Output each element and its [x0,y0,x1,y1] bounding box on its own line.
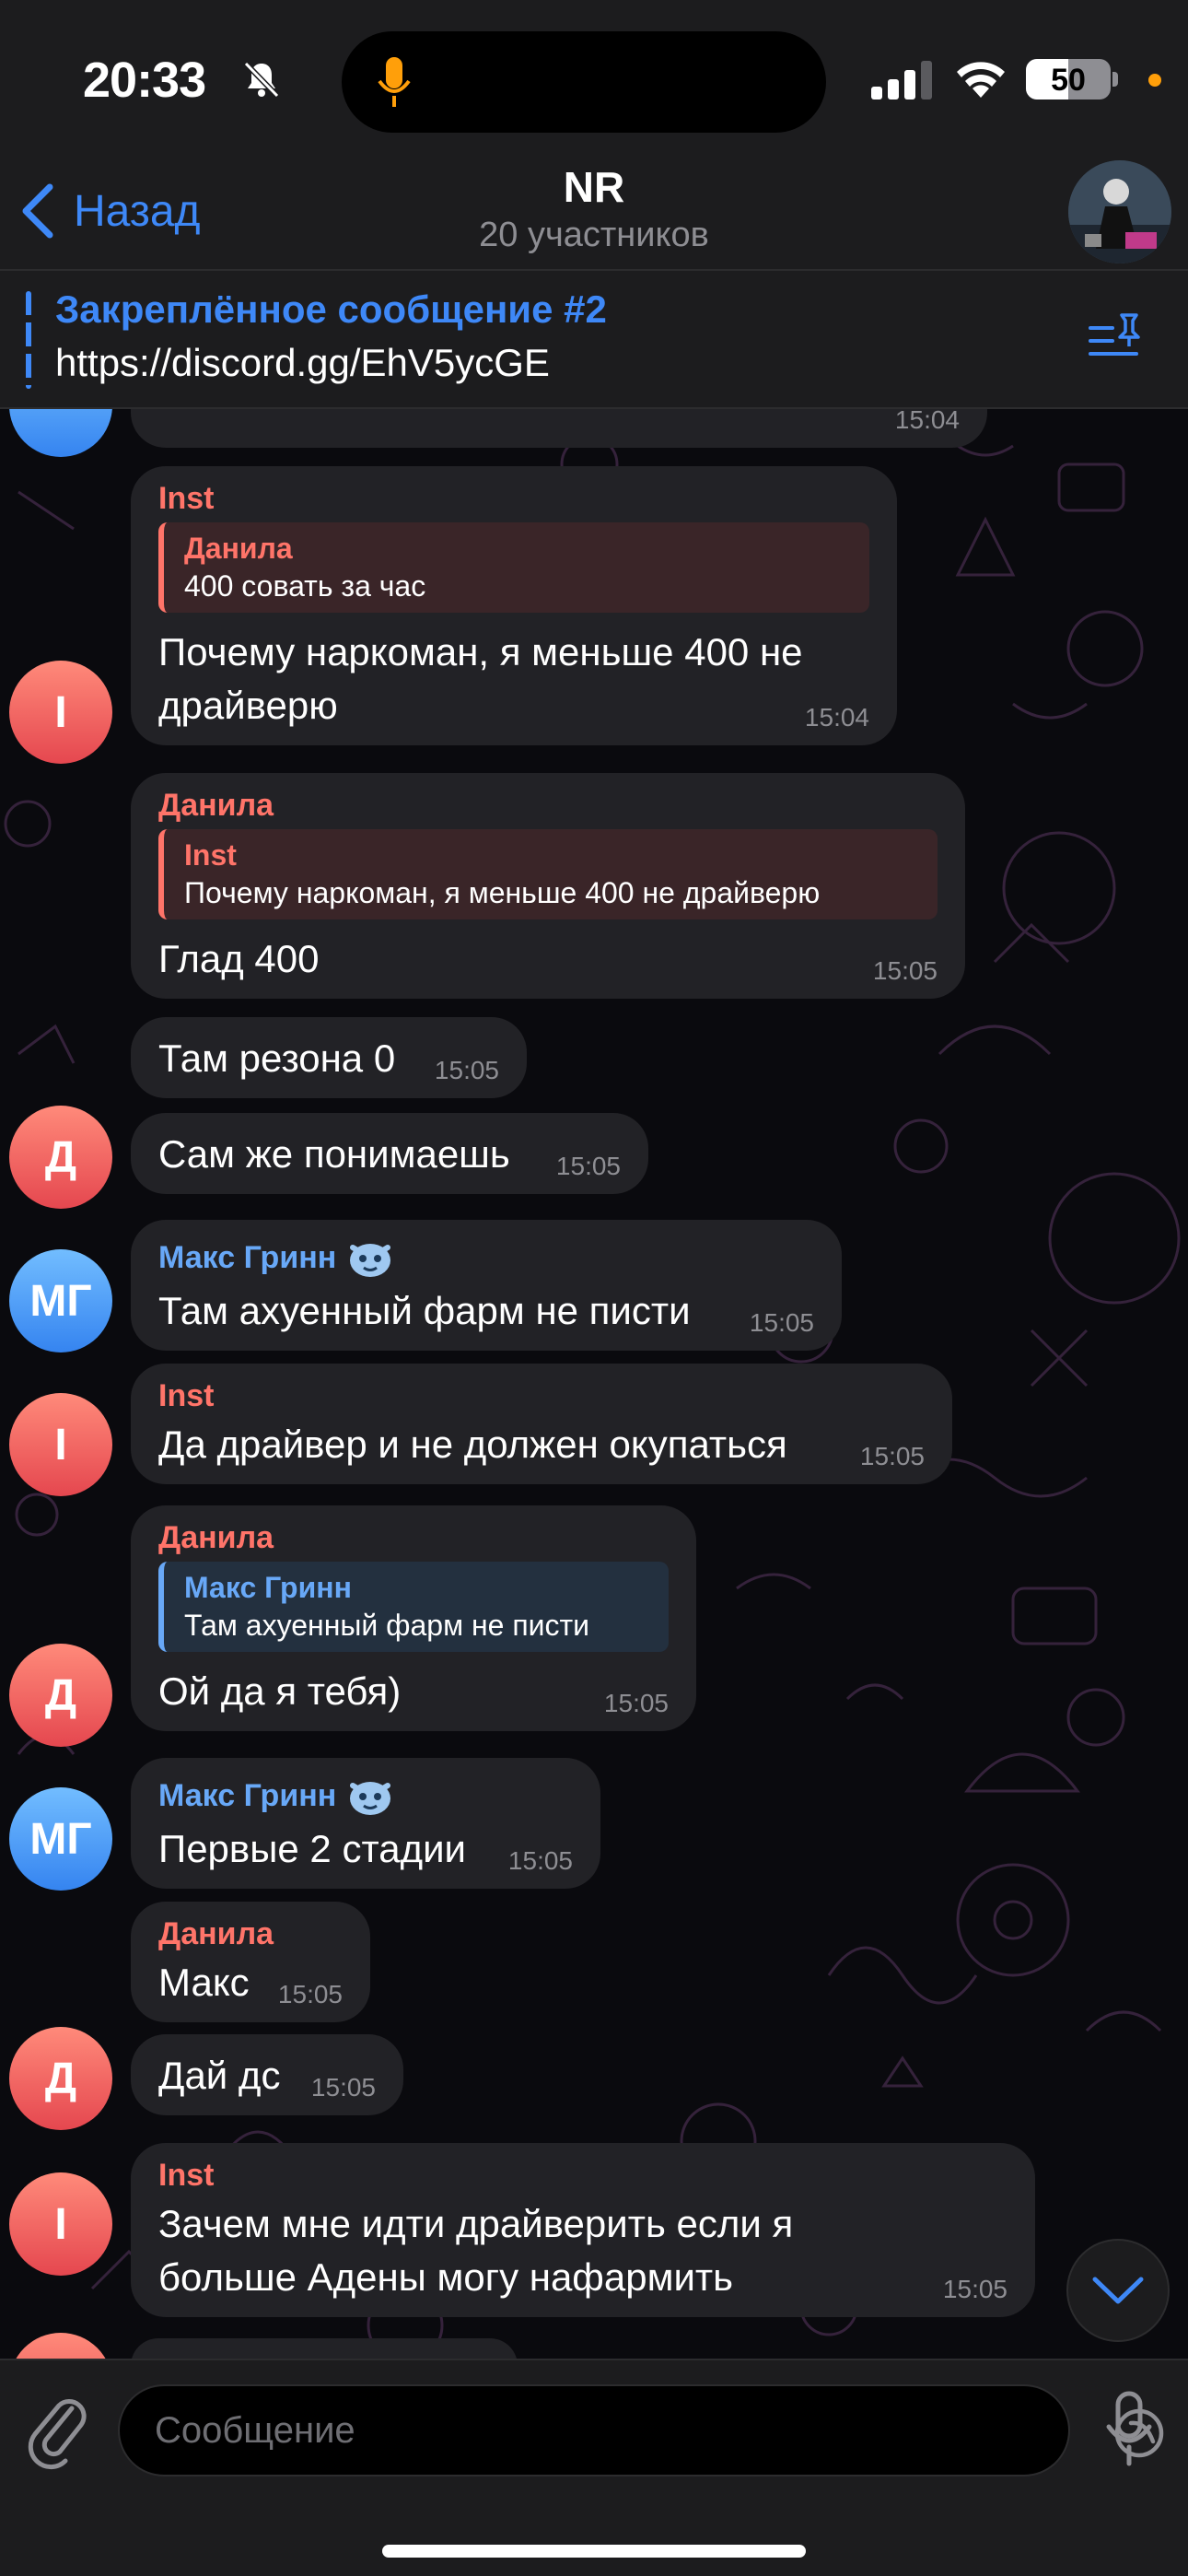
message-bubble[interactable]: Макс Гринн Там ахуенный фарм не писти 15… [131,1220,842,1351]
reply-text: Там ахуенный фарм не писти [184,1609,590,1642]
dynamic-island [342,31,826,133]
bell-slash-icon [243,61,280,99]
reply-quote[interactable]: Inst Почему наркоман, я меньше 400 не др… [158,829,938,919]
message-bubble[interactable]: Сам же понимаешь 15:05 [131,1113,648,1194]
message-time: 15:05 [872,956,938,985]
message-text: Глад 400 [158,937,320,980]
reply-text: Почему наркоман, я меньше 400 не драйвер… [184,876,821,909]
message-time: 15:05 [277,1980,343,2008]
battery-percent: 50 [1051,63,1086,98]
message-list[interactable]: 15:04 Inst Данила 400 совать за час Поче… [0,409,1188,2359]
message-composer: Сообщение [0,2359,1188,2576]
pinned-message-bar[interactable]: Закреплённое сообщение #2 https://discor… [0,269,1188,409]
reply-quote[interactable]: Макс Гринн Там ахуенный фарм не писти [158,1562,669,1652]
avatar[interactable]: МГ [9,1249,112,1352]
message-bubble[interactable]: Inst Данила 400 совать за час Почему нар… [131,466,897,745]
group-avatar[interactable] [1068,160,1171,263]
message-time: 15:05 [859,1442,925,1470]
message-time: 15:04 [894,409,960,434]
pinned-list-icon[interactable] [1085,308,1146,369]
pinned-indicator [26,291,31,389]
message-bubble[interactable]: Данила Inst Почему наркоман, я меньше 40… [131,773,965,999]
sender-name[interactable]: Inst [158,1378,925,1414]
cellular-signal-icon [871,61,932,100]
message-time: 15:04 [804,703,869,732]
message-time: 15:05 [603,1689,669,1717]
message-time: 15:05 [434,1056,499,1084]
mic-in-use-icon [378,57,411,107]
battery-icon: 50 [1026,59,1111,100]
battery-cap [1112,72,1118,87]
status-bar: 20:33 50 [0,0,1188,157]
member-count: 20 участников [479,216,709,254]
nav-bar: Назад NR 20 участников [0,157,1188,269]
message-bubble[interactable]: Inst Да драйвер и не должен окупаться 15… [131,1364,952,1484]
message-input-placeholder: Сообщение [155,2410,355,2451]
message-text: Зачем мне идти драйверить если я больше … [158,2202,794,2299]
message-time: 15:05 [507,1846,573,1875]
sender-name[interactable]: Inst [158,481,869,517]
reply-text: 400 совать за час [184,569,426,603]
message-bubble[interactable]: Данила Макс 15:05 [131,1902,370,2022]
chevron-down-icon [1092,2277,1144,2304]
sender-name[interactable]: Данила [158,788,938,824]
message-input[interactable]: Сообщение [118,2384,1164,2476]
message-time: 15:05 [942,2275,1007,2303]
message-text: Почему наркоман, я меньше 400 не драйвер… [158,630,803,727]
message-bubble[interactable]: Дай дс 15:05 [131,2034,403,2115]
status-time: 20:33 [83,53,206,108]
message-time: 15:05 [555,1152,621,1180]
pinned-title: Закреплённое сообщение #2 [55,287,607,331]
premium-emoji-icon [350,1782,391,1815]
home-indicator [382,2545,806,2558]
paperclip-icon[interactable] [26,2388,90,2471]
avatar[interactable]: Д [9,1106,112,1209]
message-text: Там ахуенный фарм не писти [158,1289,691,1332]
reply-sender: Данила [184,532,293,565]
message-bubble[interactable]: Там резона 0 15:05 [131,1017,527,1098]
message-text: Сам же понимаешь [158,1132,510,1176]
message-bubble[interactable] [131,2338,518,2359]
reply-quote[interactable]: Данила 400 совать за час [158,522,869,613]
avatar[interactable]: I [9,661,112,764]
sender-name[interactable]: Данила [158,1916,343,1952]
message-bubble[interactable]: Inst Зачем мне идти драйверить если я бо… [131,2143,1035,2317]
microphone-icon[interactable] [1101,2388,1157,2471]
message-text: Да драйвер и не должен окупаться [158,1423,787,1466]
avatar[interactable]: I [9,1393,112,1496]
wifi-icon [957,62,1005,98]
sender-name[interactable]: Макс Гринн [158,1240,336,1276]
message-bubble[interactable]: Макс Гринн Первые 2 стадии 15:05 [131,1758,600,1889]
scroll-to-bottom-button[interactable] [1066,2239,1170,2342]
sender-name[interactable]: Данила [158,1520,669,1556]
avatar[interactable]: МГ [9,1787,112,1891]
pinned-text: https://discord.gg/EhV5ycGE [55,341,550,384]
message-time: 15:05 [310,2073,376,2102]
premium-emoji-icon [350,1244,391,1277]
chat-title[interactable]: NR [0,162,1188,212]
message-bubble[interactable]: 15:04 [131,409,987,448]
reply-sender: Inst [184,838,237,872]
avatar[interactable]: Д [9,2027,112,2130]
sender-name[interactable]: Макс Гринн [158,1778,336,1814]
avatar[interactable]: I [9,2172,112,2276]
message-time: 15:05 [749,1308,814,1337]
message-text: Ой да я тебя) [158,1669,402,1713]
sender-name[interactable]: Inst [158,2158,1007,2194]
reply-sender: Макс Гринн [184,1571,352,1604]
avatar[interactable]: Д [9,1644,112,1747]
privacy-indicator [1148,74,1161,87]
message-bubble[interactable]: Данила Макс Гринн Там ахуенный фарм не п… [131,1505,696,1731]
